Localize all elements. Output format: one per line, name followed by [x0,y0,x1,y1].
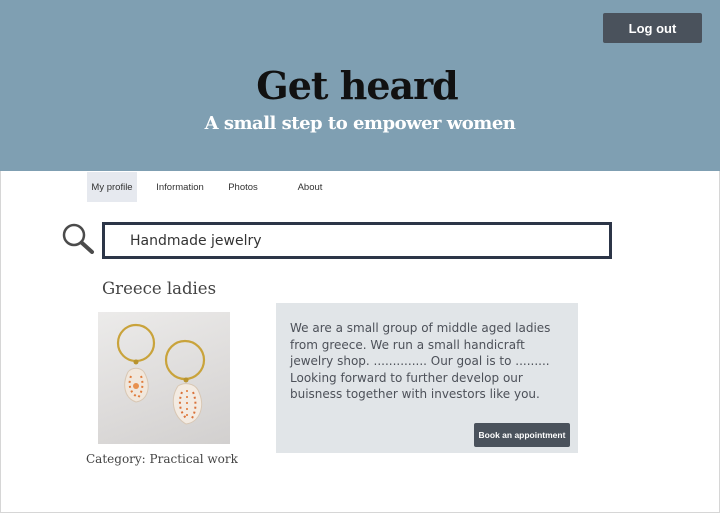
site-subtitle: A small step to empower women [204,113,516,134]
site-title: Get heard [256,63,458,108]
tab-my-profile[interactable]: My profile [87,172,137,202]
earrings-photo-icon [116,323,206,425]
search-icon[interactable] [61,222,95,254]
logout-button[interactable]: Log out [603,13,702,43]
tab-photos[interactable]: Photos [223,172,263,202]
tab-about[interactable]: About [263,172,357,202]
profile-photo [98,312,230,444]
profile-description: We are a small group of middle aged ladi… [290,321,551,401]
site-header: Log out Get heard A small step to empowe… [0,0,720,171]
profile-description-card: We are a small group of middle aged ladi… [276,303,578,453]
profile-name: Greece ladies [102,279,217,298]
book-appointment-button[interactable]: Book an appointment [474,423,570,447]
search-input[interactable] [102,222,612,259]
tab-information[interactable]: Information [137,172,223,202]
profile-tabs: My profile Information Photos About [87,172,357,202]
profile-category: Category: Practical work [86,452,238,466]
